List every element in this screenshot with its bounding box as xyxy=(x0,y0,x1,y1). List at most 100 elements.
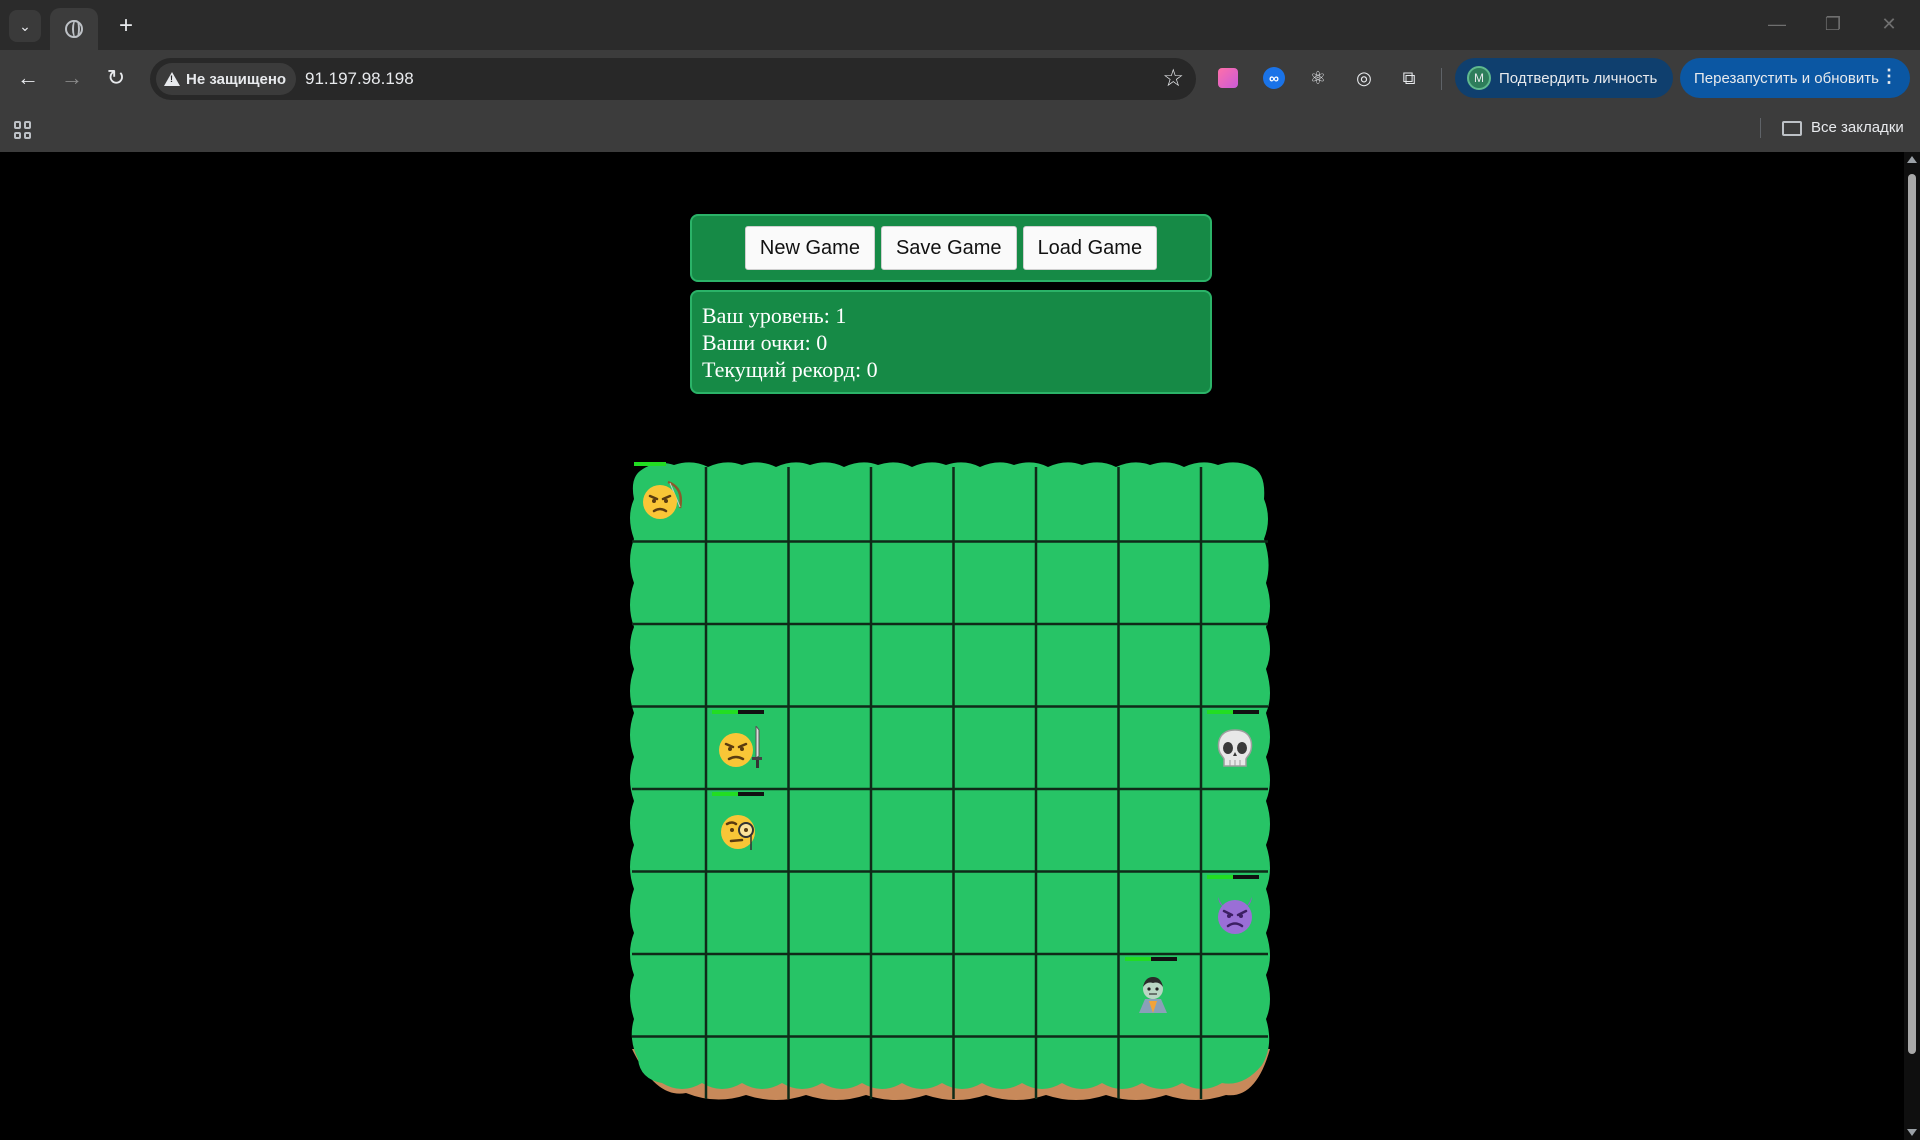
board-cell[interactable] xyxy=(954,542,1037,625)
board-cell[interactable] xyxy=(1201,459,1276,542)
board-cell[interactable] xyxy=(1036,789,1119,872)
board-cell[interactable] xyxy=(626,872,706,955)
board-cell[interactable] xyxy=(1036,1037,1119,1114)
minimize-button[interactable]: — xyxy=(1754,8,1800,40)
kebab-menu-icon[interactable]: ⋮ xyxy=(1880,66,1898,87)
board-cell[interactable] xyxy=(954,1037,1037,1114)
board-cell[interactable] xyxy=(954,789,1037,872)
character-bowman[interactable] xyxy=(624,460,690,526)
character-daemon[interactable] xyxy=(1197,873,1263,939)
security-chip[interactable]: Не защищено xyxy=(156,63,297,95)
board-cell[interactable] xyxy=(954,707,1037,790)
board-cell[interactable] xyxy=(1119,789,1202,872)
back-button[interactable]: ← xyxy=(12,62,44,94)
vertical-scrollbar[interactable] xyxy=(1904,152,1920,1140)
forward-button[interactable]: → xyxy=(56,62,88,94)
apps-grid-icon[interactable] xyxy=(14,121,32,139)
new-game-button[interactable]: New Game xyxy=(744,226,875,270)
relaunch-update-button[interactable]: Перезапустить и обновить ⋮ xyxy=(1680,58,1910,98)
react-devtools-icon[interactable]: ⚛ xyxy=(1306,66,1330,90)
record-text: Текущий рекорд: 0 xyxy=(702,357,878,382)
board-cell[interactable] xyxy=(1036,707,1119,790)
board-cell[interactable] xyxy=(706,1037,789,1114)
board-cell[interactable] xyxy=(1119,624,1202,707)
board-cell[interactable] xyxy=(1036,542,1119,625)
board-cell[interactable] xyxy=(1036,954,1119,1037)
all-bookmarks-link[interactable]: Все закладки xyxy=(1811,119,1904,136)
scroll-thumb[interactable] xyxy=(1908,174,1916,1054)
board-cell[interactable] xyxy=(626,789,706,872)
board-cell[interactable] xyxy=(1201,624,1276,707)
board-cell[interactable] xyxy=(1036,624,1119,707)
board-cell[interactable] xyxy=(1201,789,1276,872)
load-game-button[interactable]: Load Game xyxy=(1022,226,1158,270)
board-cell[interactable] xyxy=(1119,542,1202,625)
board-cell[interactable] xyxy=(706,542,789,625)
board-cell[interactable] xyxy=(1201,1037,1276,1114)
board-cell[interactable] xyxy=(871,789,954,872)
board-cell[interactable] xyxy=(1119,872,1202,955)
board-cell[interactable] xyxy=(871,624,954,707)
board-cell[interactable] xyxy=(1201,542,1276,625)
character-vampire[interactable] xyxy=(1115,955,1181,1021)
board-cell[interactable] xyxy=(871,954,954,1037)
board-cell[interactable] xyxy=(706,872,789,955)
board-cell[interactable] xyxy=(706,954,789,1037)
board-cell[interactable] xyxy=(871,872,954,955)
board-cell[interactable] xyxy=(789,872,872,955)
board-cell[interactable] xyxy=(789,954,872,1037)
board-cell[interactable] xyxy=(789,1037,872,1114)
character-swordsman[interactable] xyxy=(702,708,768,774)
extension-pink-icon[interactable] xyxy=(1216,66,1240,90)
board-cell[interactable] xyxy=(1036,459,1119,542)
scroll-down-icon[interactable] xyxy=(1907,1129,1917,1136)
board-cell[interactable] xyxy=(626,707,706,790)
character-magician[interactable] xyxy=(702,790,768,856)
board-cell[interactable] xyxy=(789,542,872,625)
board-cell[interactable] xyxy=(871,1037,954,1114)
board-cell[interactable] xyxy=(789,459,872,542)
save-game-button[interactable]: Save Game xyxy=(880,226,1017,270)
restore-button[interactable]: ❐ xyxy=(1810,8,1856,40)
board-cell[interactable] xyxy=(706,624,789,707)
new-tab-button[interactable]: + xyxy=(110,10,142,42)
health-bar-fill xyxy=(1207,874,1233,879)
board-cell[interactable] xyxy=(1119,459,1202,542)
address-bar[interactable]: Не защищено 91.197.98.198 ☆ xyxy=(150,58,1196,100)
board-cell[interactable] xyxy=(706,459,789,542)
board-cell[interactable] xyxy=(871,707,954,790)
extension-infinity-icon[interactable]: ∞ xyxy=(1262,66,1286,90)
folder-icon[interactable] xyxy=(1782,121,1802,136)
tab-active[interactable] xyxy=(50,8,98,50)
board-cell[interactable] xyxy=(626,542,706,625)
skull-icon xyxy=(1213,726,1257,770)
tab-strip: ⌄ + — ❐ ✕ xyxy=(0,0,1920,50)
star-icon[interactable]: ☆ xyxy=(1162,64,1184,93)
character-undead[interactable] xyxy=(1197,708,1263,774)
board-cell[interactable] xyxy=(954,872,1037,955)
board-cell[interactable] xyxy=(789,707,872,790)
board-cell[interactable] xyxy=(626,624,706,707)
board-cell[interactable] xyxy=(1119,707,1202,790)
board-cell[interactable] xyxy=(954,954,1037,1037)
target-extension-icon[interactable]: ◎ xyxy=(1352,66,1376,90)
board-cell[interactable] xyxy=(789,624,872,707)
board-cell[interactable] xyxy=(789,789,872,872)
verify-identity-button[interactable]: M Подтвердить личность xyxy=(1455,58,1673,98)
url-text[interactable]: 91.197.98.198 xyxy=(305,69,414,89)
board-cell[interactable] xyxy=(1201,954,1276,1037)
board-cell[interactable] xyxy=(871,542,954,625)
reload-button[interactable]: ↻ xyxy=(100,62,132,94)
board-cell[interactable] xyxy=(626,1037,706,1114)
board-cell[interactable] xyxy=(1119,1037,1202,1114)
board-cell[interactable] xyxy=(954,624,1037,707)
close-window-button[interactable]: ✕ xyxy=(1866,8,1912,40)
board-cell[interactable] xyxy=(954,459,1037,542)
board-cell[interactable] xyxy=(871,459,954,542)
puzzle-extensions-icon[interactable]: ⧉ xyxy=(1397,66,1421,90)
health-bar xyxy=(1207,709,1259,714)
tab-search-button[interactable]: ⌄ xyxy=(9,10,41,42)
board-cell[interactable] xyxy=(626,954,706,1037)
board-cell[interactable] xyxy=(1036,872,1119,955)
scroll-up-icon[interactable] xyxy=(1907,156,1917,163)
